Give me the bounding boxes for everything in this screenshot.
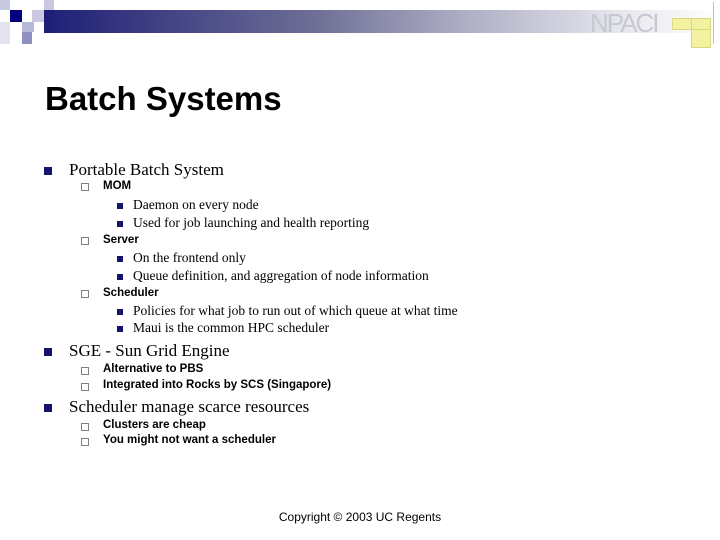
bullet-hollow-square-icon [81,423,89,431]
decor-chart-box [672,18,692,30]
decor-square [44,0,54,10]
bullet-square-icon [117,203,123,209]
sub-sub-bullet-text: Daemon on every node [133,197,259,212]
decor-square [0,22,10,44]
sub-sub-bullet-text: Maui is the common HPC scheduler [133,320,330,335]
bullet-square-icon [117,309,123,315]
bullet-square-icon [117,221,123,227]
bullet-hollow-square-icon [81,183,89,191]
decor-square [22,32,32,44]
bullet-text: Portable Batch System [69,160,224,179]
copyright-footer: Copyright © 2003 UC Regents [278,510,442,524]
decor-chart-box [691,29,711,48]
bullet-square-icon [44,404,52,412]
sub-bullet-text: You might not want a scheduler [103,434,276,446]
npaci-logo: NPACI [590,8,660,38]
decor-square [32,10,44,22]
sub-bullet-text: Scheduler [103,287,159,299]
sub-bullet-text: Server [103,234,139,246]
decor-square [10,10,22,22]
bullet-square-icon [44,348,52,356]
sub-bullet-text: Integrated into Rocks by SCS (Singapore) [103,379,332,391]
sub-sub-bullet-text: Used for job launching and health report… [133,215,370,230]
bullet-hollow-square-icon [81,367,89,375]
decor-ruler [713,2,714,44]
bullet-hollow-square-icon [81,237,89,245]
sub-sub-bullet-text: On the frontend only [133,250,246,265]
bullet-square-icon [44,167,52,175]
slide-title: Batch Systems [45,80,282,117]
sub-bullet-text: Alternative to PBS [103,363,204,375]
bullet-square-icon [117,274,123,280]
sub-bullet-text: Clusters are cheap [103,419,206,431]
sub-sub-bullet-text: Queue definition, and aggregation of nod… [133,268,429,283]
bullet-hollow-square-icon [81,290,89,298]
bullet-text: Scheduler manage scarce resources [69,397,310,416]
decor-square [0,0,10,10]
sub-sub-bullet-text: Policies for what job to run out of whic… [133,303,458,318]
bullet-square-icon [117,256,123,262]
bullet-square-icon [117,326,123,332]
bullet-text: SGE - Sun Grid Engine [69,341,230,360]
sub-bullet-text: MOM [103,180,132,192]
bullet-hollow-square-icon [81,383,89,391]
decor-square [22,22,34,32]
bullet-hollow-square-icon [81,438,89,446]
